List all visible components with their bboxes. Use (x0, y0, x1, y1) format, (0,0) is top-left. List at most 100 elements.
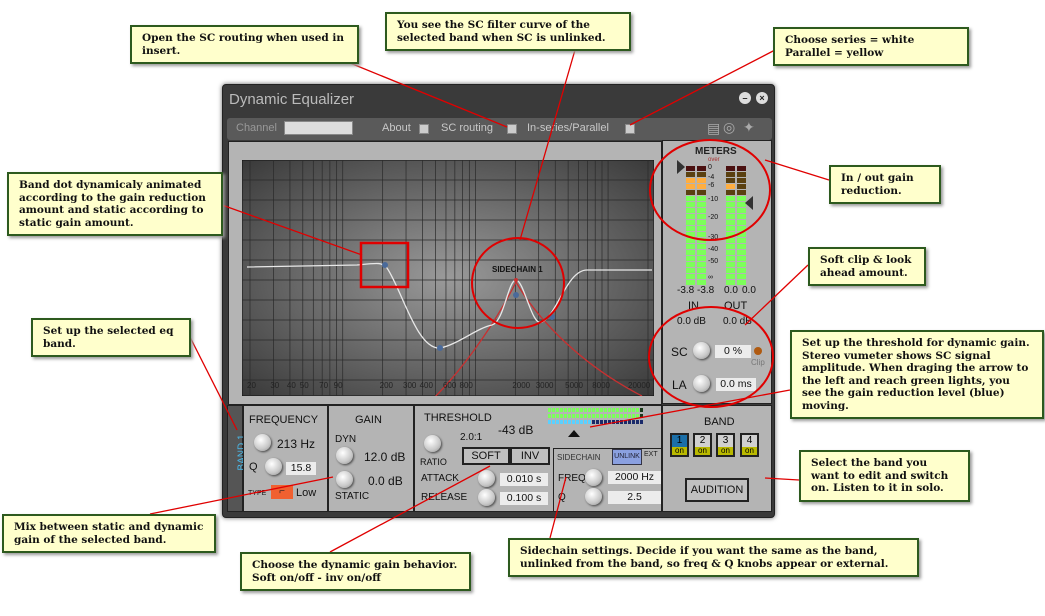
vumeter-segment (596, 408, 599, 412)
in-threshold-arrow[interactable] (677, 160, 685, 174)
sc-routing-checkbox[interactable] (507, 124, 517, 134)
preset-icon[interactable]: ▤ (707, 120, 720, 137)
release-knob[interactable] (478, 489, 495, 506)
clip-label: Clip (751, 358, 765, 367)
eq-graph[interactable]: SIDECHAIN 1 20 30 40 50 70 90 200 300 400 600 800 2… (242, 160, 654, 396)
out-threshold-arrow[interactable] (745, 196, 753, 210)
vumeter-segment (580, 408, 583, 412)
look-ahead-value[interactable]: 0.0 ms (716, 378, 756, 391)
note-dyn-behavior: Choose the dynamic gain behavior. Soft o… (240, 552, 471, 591)
band-on-toggle[interactable]: on (695, 447, 710, 455)
ext-button[interactable]: EXT (644, 451, 658, 458)
static-gain-knob[interactable] (336, 471, 353, 488)
q-label: Q (249, 461, 258, 473)
meter-segment (726, 166, 735, 171)
sc-freq-value[interactable]: 2000 Hz (608, 471, 661, 484)
sc-freq-knob[interactable] (585, 469, 602, 486)
filter-type-icon[interactable]: ⌐ (271, 485, 293, 499)
vumeter-segment (588, 420, 591, 424)
band-on-toggle[interactable]: on (672, 447, 687, 455)
q-knob[interactable] (265, 458, 282, 475)
out-gain-reduction: 0.0 dB (723, 316, 752, 327)
meter-segment (697, 166, 706, 171)
vumeter-segment (592, 408, 595, 412)
sc-q-knob[interactable] (585, 488, 602, 505)
attack-knob[interactable] (478, 470, 495, 487)
compare-icon[interactable]: ◎ (723, 119, 735, 136)
vumeter-segment (576, 414, 579, 418)
vumeter-segment (568, 408, 571, 412)
sc-q-label: Q (558, 492, 566, 503)
band-dot-3[interactable] (513, 292, 519, 298)
close-button[interactable]: × (756, 92, 768, 104)
meter-segment (686, 238, 695, 243)
sc-label: SC (671, 345, 688, 359)
band-on-toggle[interactable]: on (742, 447, 757, 455)
series-parallel-checkbox[interactable] (625, 124, 635, 134)
note-eq-band: Set up the selected eq band. (31, 318, 191, 357)
vumeter-segment (548, 414, 551, 418)
band-button-3[interactable]: 3 on (716, 433, 735, 457)
vumeter-segment (596, 420, 599, 424)
vumeter-segment (636, 414, 639, 418)
inv-button[interactable]: INV (510, 447, 550, 465)
dyn-gain-knob[interactable] (336, 447, 353, 464)
vumeter-segment (608, 414, 611, 418)
band-button-1[interactable]: 1 on (670, 433, 689, 457)
vumeter-segment (632, 420, 635, 424)
ratio-knob[interactable] (424, 435, 441, 452)
vumeter-segment (592, 414, 595, 418)
note-select-band: Select the band you want to edit and swi… (799, 450, 970, 502)
pin-icon[interactable]: ✦ (743, 119, 755, 136)
vumeter-segment (628, 420, 631, 424)
meter-segment (737, 256, 746, 261)
meter-segment (697, 274, 706, 279)
freq-tick-label: 200 (380, 381, 394, 390)
band-number: 2 (699, 435, 706, 446)
soft-clip-value[interactable]: 0 % (715, 345, 751, 358)
q-value[interactable]: 15.8 (286, 462, 316, 475)
vumeter-segment (624, 420, 627, 424)
vumeter-segment (564, 420, 567, 424)
soft-button[interactable]: SOFT (462, 447, 510, 465)
meter-segment (726, 226, 735, 231)
band-button-4[interactable]: 4 on (740, 433, 759, 457)
vumeter-segment (548, 420, 551, 424)
about-checkbox[interactable] (419, 124, 429, 134)
filter-type-value[interactable]: Low (296, 487, 316, 499)
band-dot-4[interactable] (549, 314, 555, 320)
meter-segment (686, 196, 695, 201)
band-on-toggle[interactable]: on (718, 447, 733, 455)
band-dot-2[interactable] (437, 345, 443, 351)
meter-segment (726, 190, 735, 195)
meter-scale-label: -40 (708, 246, 719, 253)
ratio-label: RATIO (420, 457, 447, 467)
minimize-button[interactable]: – (739, 92, 751, 104)
static-gain-value: 0.0 dB (368, 474, 403, 488)
meter-segment (686, 250, 695, 255)
vumeter-segment (600, 420, 603, 424)
channel-input[interactable] (284, 121, 353, 135)
unlink-button[interactable]: UNLINK (612, 449, 642, 465)
threshold-value: -43 dB (498, 423, 534, 437)
meter-segment (697, 226, 706, 231)
band-dot-1[interactable] (382, 262, 388, 268)
vumeter-segment (572, 414, 575, 418)
soft-clip-knob[interactable] (693, 342, 710, 359)
frequency-knob[interactable] (254, 434, 271, 451)
meter-segment (686, 268, 695, 273)
note-soft-clip: Soft clip & look ahead amount. (808, 247, 926, 286)
attack-value[interactable]: 0.010 s (500, 473, 548, 486)
look-ahead-knob[interactable] (693, 375, 710, 392)
meter-segment (726, 274, 735, 279)
meter-segment (697, 202, 706, 207)
audition-button[interactable]: AUDITION (685, 478, 749, 502)
sc-q-value[interactable]: 2.5 (608, 491, 661, 504)
threshold-arrow[interactable] (568, 430, 580, 437)
meter-segment (686, 274, 695, 279)
in-value-l: -3.8 (677, 285, 695, 296)
band-button-2[interactable]: 2 on (693, 433, 712, 457)
meter-segment (697, 190, 706, 195)
static-label: STATIC (335, 491, 370, 502)
release-value[interactable]: 0.100 s (500, 492, 548, 505)
